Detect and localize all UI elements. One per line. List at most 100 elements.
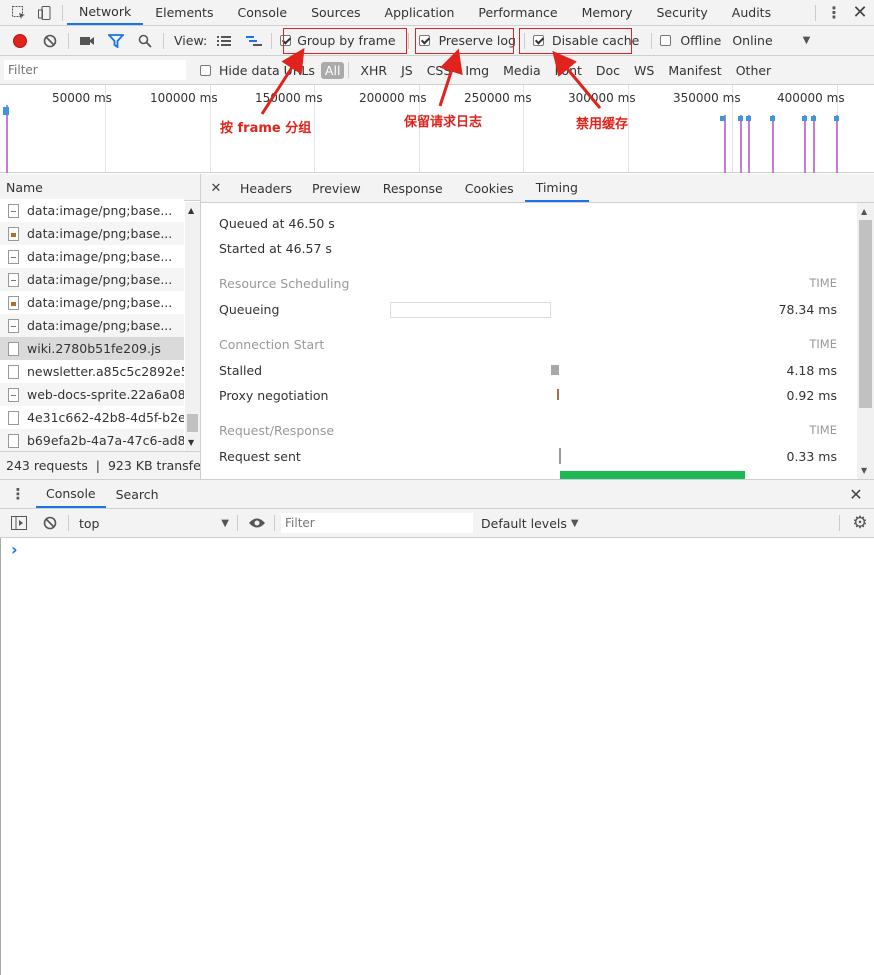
tab-network[interactable]: Network xyxy=(67,0,144,25)
filter-type-other[interactable]: Other xyxy=(729,63,779,78)
list-item[interactable]: b69efa2b-4a7a-47c6-ad80- xyxy=(0,429,184,452)
section-title: Resource Scheduling xyxy=(219,276,350,291)
timing-label: Request sent xyxy=(219,448,301,464)
list-item-selected[interactable]: wiki.2780b51fe209.js xyxy=(0,337,184,360)
device-toolbar-icon[interactable] xyxy=(32,0,58,26)
tab-memory[interactable]: Memory xyxy=(570,0,645,25)
console-settings-gear-icon[interactable]: ⚙ xyxy=(846,513,874,533)
timeline-marker xyxy=(772,115,774,173)
drawer-tab-console[interactable]: Console xyxy=(36,480,106,508)
view-label: View: xyxy=(174,33,208,48)
tab-console[interactable]: Console xyxy=(225,0,299,25)
scroll-down-icon[interactable]: ▼ xyxy=(861,466,867,475)
filter-type-ws[interactable]: WS xyxy=(627,63,661,78)
search-icon[interactable] xyxy=(133,31,157,51)
dropdown-arrow-icon: ▼ xyxy=(802,35,811,46)
timing-scrollbar[interactable]: ▲ ▼ xyxy=(857,203,874,479)
file-icon xyxy=(8,272,19,287)
timeline-label: 50000 ms xyxy=(52,91,112,105)
list-item[interactable]: data:image/png;base... xyxy=(0,268,184,291)
annotation-box-preserve-log xyxy=(415,28,514,54)
tab-cookies[interactable]: Cookies xyxy=(454,174,525,202)
hide-data-urls-checkbox[interactable]: Hide data URLs xyxy=(200,63,315,78)
hide-data-urls-check[interactable] xyxy=(200,64,211,76)
show-sidebar-icon[interactable] xyxy=(8,513,30,533)
scroll-up-icon[interactable]: ▲ xyxy=(188,206,194,215)
eye-icon[interactable] xyxy=(246,513,268,533)
drawer-menu-icon[interactable]: ⋮ xyxy=(0,479,36,509)
tab-headers[interactable]: Headers xyxy=(231,174,301,202)
network-filter-input[interactable] xyxy=(4,60,186,80)
offline-check[interactable] xyxy=(660,35,672,46)
timeline-marker xyxy=(811,116,816,121)
tab-sources[interactable]: Sources xyxy=(299,0,372,25)
list-item[interactable]: newsletter.a85c5c2892e5.js xyxy=(0,360,184,383)
list-item[interactable]: data:image/png;base... xyxy=(0,291,184,314)
large-rows-icon[interactable] xyxy=(211,31,237,51)
filter-type-xhr[interactable]: XHR xyxy=(353,63,394,78)
throttling-select[interactable]: Online ▼ xyxy=(732,33,810,48)
timeline-label: 400000 ms xyxy=(777,91,845,105)
request-name: web-docs-sprite.22a6a085c xyxy=(27,387,184,402)
tab-application[interactable]: Application xyxy=(373,0,467,25)
overview-waterfall-icon[interactable] xyxy=(241,31,267,51)
scroll-up-icon[interactable]: ▲ xyxy=(861,207,867,216)
list-item[interactable]: data:image/png;base... xyxy=(0,314,184,337)
list-item[interactable]: data:image/png;base... xyxy=(0,245,184,268)
tab-elements[interactable]: Elements xyxy=(143,0,225,25)
annotation-group-by-frame: 按 frame 分组 xyxy=(220,121,312,136)
section-title: Request/Response xyxy=(219,423,335,438)
clear-console-icon[interactable] xyxy=(38,513,62,533)
annotation-disable-cache: 禁用缓存 xyxy=(576,117,629,132)
timing-label: Proxy negotiation xyxy=(219,387,329,403)
file-icon xyxy=(8,433,19,448)
scrollbar-thumb[interactable] xyxy=(859,220,872,408)
filter-type-font[interactable]: Font xyxy=(548,63,589,78)
list-item[interactable]: web-docs-sprite.22a6a085c xyxy=(0,383,184,406)
close-detail-icon[interactable]: ✕ xyxy=(201,174,231,203)
file-icon xyxy=(8,387,19,402)
drawer-tab-search[interactable]: Search xyxy=(106,480,169,508)
timeline-marker xyxy=(802,116,807,121)
close-drawer-icon[interactable]: ✕ xyxy=(838,479,874,509)
tab-preview[interactable]: Preview xyxy=(301,174,372,202)
tab-performance[interactable]: Performance xyxy=(466,0,569,25)
filter-type-img[interactable]: Img xyxy=(458,63,496,78)
filter-type-media[interactable]: Media xyxy=(496,63,548,78)
filter-icon[interactable] xyxy=(103,31,129,51)
context-selector[interactable]: top ▼ xyxy=(79,516,229,531)
tab-audits[interactable]: Audits xyxy=(720,0,783,25)
filter-type-all[interactable]: All xyxy=(320,61,345,79)
request-name: data:image/png;base... xyxy=(27,203,173,218)
console-body[interactable]: › xyxy=(0,538,874,975)
scroll-down-icon[interactable]: ▼ xyxy=(188,438,194,447)
log-levels-select[interactable]: Default levels ▼ xyxy=(481,516,579,531)
tab-response[interactable]: Response xyxy=(372,174,454,202)
filter-type-doc[interactable]: Doc xyxy=(589,63,627,78)
name-column-header[interactable]: Name xyxy=(0,174,200,201)
more-options-icon[interactable]: ⋮ xyxy=(822,0,846,26)
close-devtools-icon[interactable]: ✕ xyxy=(846,0,874,26)
list-item[interactable]: data:image/png;base... xyxy=(0,222,184,245)
detail-tabs: ✕ Headers Preview Response Cookies Timin… xyxy=(201,174,874,203)
list-item[interactable]: 4e31c662-42b8-4d5f-b2e8 xyxy=(0,406,184,429)
inspect-element-icon[interactable] xyxy=(6,0,32,26)
tab-timing[interactable]: Timing xyxy=(524,174,589,202)
request-name: data:image/png;base... xyxy=(27,272,173,287)
list-item[interactable]: data:image/png;base... xyxy=(0,199,184,222)
record-button[interactable] xyxy=(10,31,30,51)
filter-type-css[interactable]: CSS xyxy=(420,63,459,78)
capture-screenshots-icon[interactable] xyxy=(75,31,99,51)
scrollbar-thumb[interactable] xyxy=(187,414,198,432)
filter-type-js[interactable]: JS xyxy=(394,63,420,78)
clear-icon[interactable] xyxy=(38,31,62,51)
request-list-scrollbar[interactable]: ▲ ▼ xyxy=(185,202,200,452)
console-filter-input[interactable] xyxy=(281,513,473,533)
context-value: top xyxy=(79,515,100,531)
tab-security[interactable]: Security xyxy=(644,0,719,25)
timeline-marker xyxy=(6,105,8,173)
file-icon xyxy=(8,318,19,333)
summary-bar: 243 requests | 923 KB transferr... xyxy=(0,451,200,479)
filter-type-manifest[interactable]: Manifest xyxy=(661,63,728,78)
offline-checkbox[interactable]: Offline xyxy=(660,33,721,48)
